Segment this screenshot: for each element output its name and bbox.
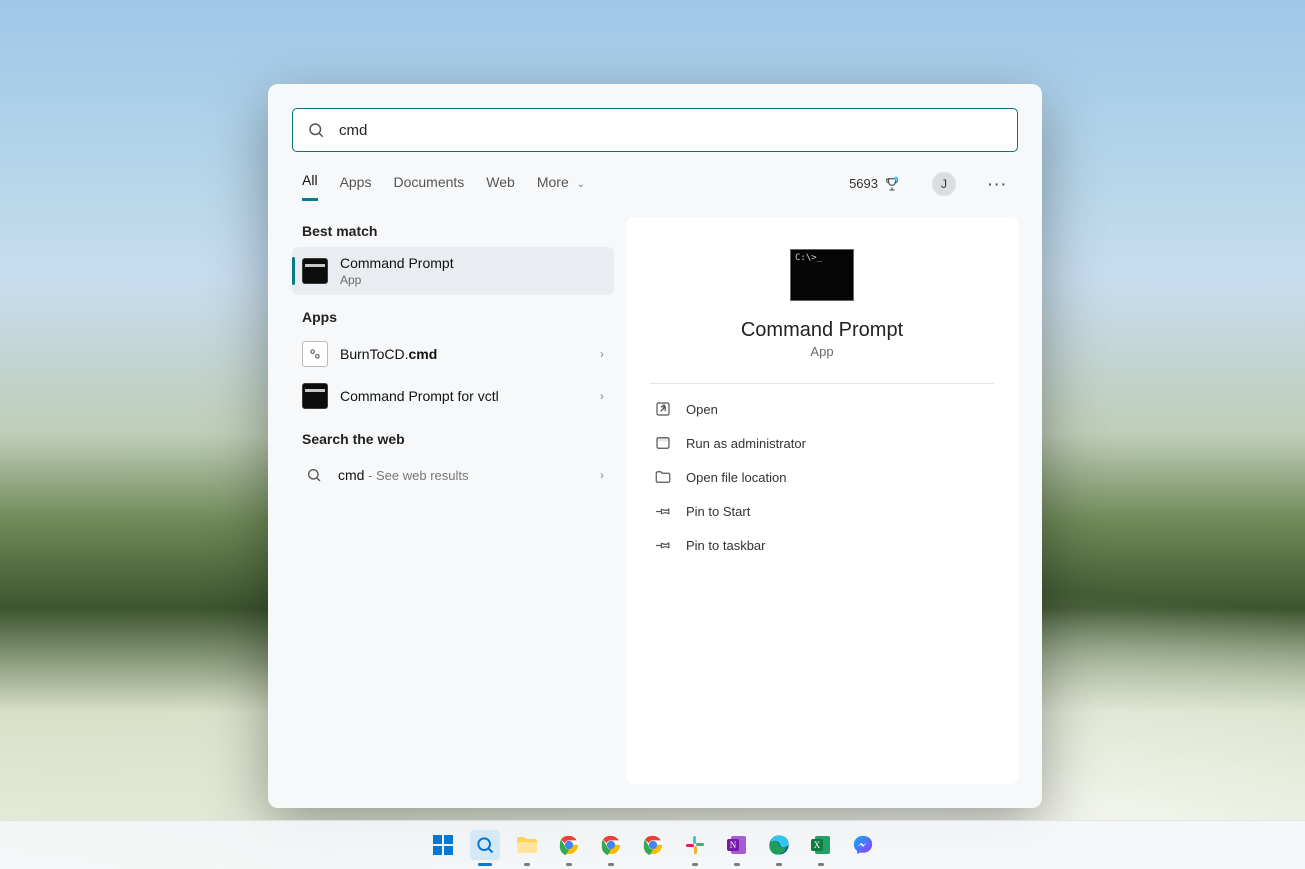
action-label: Run as administrator <box>686 436 806 451</box>
search-icon <box>302 463 326 487</box>
result-burntocd[interactable]: BurnToCD.cmd › <box>292 333 614 375</box>
command-prompt-icon <box>302 383 328 409</box>
section-web: Search the web <box>302 431 604 447</box>
action-label: Open file location <box>686 470 786 485</box>
result-title: BurnToCD.cmd <box>340 346 437 362</box>
result-command-prompt[interactable]: Command Prompt App <box>292 247 614 295</box>
trophy-icon <box>884 176 900 192</box>
chrome-profile-1[interactable] <box>554 830 584 860</box>
edge-icon <box>768 834 790 856</box>
onenote-icon: N <box>726 834 748 856</box>
result-title: cmd - See web results <box>338 467 469 483</box>
result-title: Command Prompt <box>340 255 454 271</box>
rewards-points-value: 5693 <box>849 176 878 191</box>
action-open[interactable]: Open <box>650 392 994 426</box>
tab-web[interactable]: Web <box>486 168 515 200</box>
pin-icon <box>654 502 672 520</box>
command-prompt-icon <box>790 249 854 301</box>
tab-more-label: More <box>537 174 569 190</box>
result-title: Command Prompt for vctl <box>340 388 499 404</box>
preview-subtitle: App <box>810 344 833 359</box>
section-best-match: Best match <box>302 223 604 239</box>
tab-apps[interactable]: Apps <box>340 168 372 200</box>
folder-icon <box>515 835 539 855</box>
file-explorer-button[interactable] <box>512 830 542 860</box>
rewards-points[interactable]: 5693 <box>849 176 900 192</box>
chrome-icon <box>600 834 622 856</box>
result-subtitle: App <box>340 273 454 287</box>
search-bar[interactable] <box>292 108 1018 152</box>
folder-icon <box>654 468 672 486</box>
svg-text:X: X <box>813 840 820 850</box>
divider <box>650 383 994 384</box>
chrome-icon <box>558 834 580 856</box>
onenote-button[interactable]: N <box>722 830 752 860</box>
filter-tabs: All Apps Documents Web More ⌄ 5693 J ··· <box>268 152 1042 201</box>
messenger-icon <box>852 834 874 856</box>
excel-icon: X <box>810 834 832 856</box>
chrome-profile-2[interactable] <box>596 830 626 860</box>
tab-all[interactable]: All <box>302 166 318 201</box>
start-button[interactable] <box>428 830 458 860</box>
action-run-admin[interactable]: Run as administrator <box>650 426 994 460</box>
edge-button[interactable] <box>764 830 794 860</box>
open-icon <box>654 400 672 418</box>
preview-pane: Command Prompt App Open Run as administr… <box>626 217 1018 784</box>
excel-button[interactable]: X <box>806 830 836 860</box>
shield-icon <box>654 434 672 452</box>
gear-icon <box>308 347 322 361</box>
script-file-icon <box>302 341 328 367</box>
search-panel: All Apps Documents Web More ⌄ 5693 J ···… <box>268 84 1042 808</box>
chevron-down-icon: ⌄ <box>577 179 585 190</box>
overflow-menu[interactable]: ··· <box>988 176 1008 192</box>
chevron-right-icon: › <box>600 347 604 361</box>
action-label: Open <box>686 402 718 417</box>
search-button[interactable] <box>470 830 500 860</box>
action-label: Pin to Start <box>686 504 750 519</box>
windows-icon <box>432 834 454 856</box>
result-web-search[interactable]: cmd - See web results › <box>292 455 614 495</box>
slack-button[interactable] <box>680 830 710 860</box>
slack-icon <box>685 835 705 855</box>
search-input[interactable] <box>337 121 1003 140</box>
chrome-icon <box>642 834 664 856</box>
results-list: Best match Command Prompt App Apps BurnT… <box>292 217 614 784</box>
action-open-location[interactable]: Open file location <box>650 460 994 494</box>
svg-text:N: N <box>729 840 736 850</box>
search-icon <box>307 121 325 139</box>
user-avatar[interactable]: J <box>932 172 956 196</box>
chrome-profile-3[interactable] <box>638 830 668 860</box>
pin-icon <box>654 536 672 554</box>
chevron-right-icon: › <box>600 389 604 403</box>
chevron-right-icon: › <box>600 468 604 482</box>
result-cmd-vctl[interactable]: Command Prompt for vctl › <box>292 375 614 417</box>
taskbar: N X <box>0 820 1305 869</box>
search-icon <box>475 835 495 855</box>
action-pin-start[interactable]: Pin to Start <box>650 494 994 528</box>
action-pin-taskbar[interactable]: Pin to taskbar <box>650 528 994 562</box>
action-label: Pin to taskbar <box>686 538 766 553</box>
section-apps: Apps <box>302 309 604 325</box>
preview-title: Command Prompt <box>741 319 903 342</box>
command-prompt-icon <box>302 258 328 284</box>
tab-more[interactable]: More ⌄ <box>537 168 585 200</box>
tab-documents[interactable]: Documents <box>393 168 464 200</box>
messenger-button[interactable] <box>848 830 878 860</box>
